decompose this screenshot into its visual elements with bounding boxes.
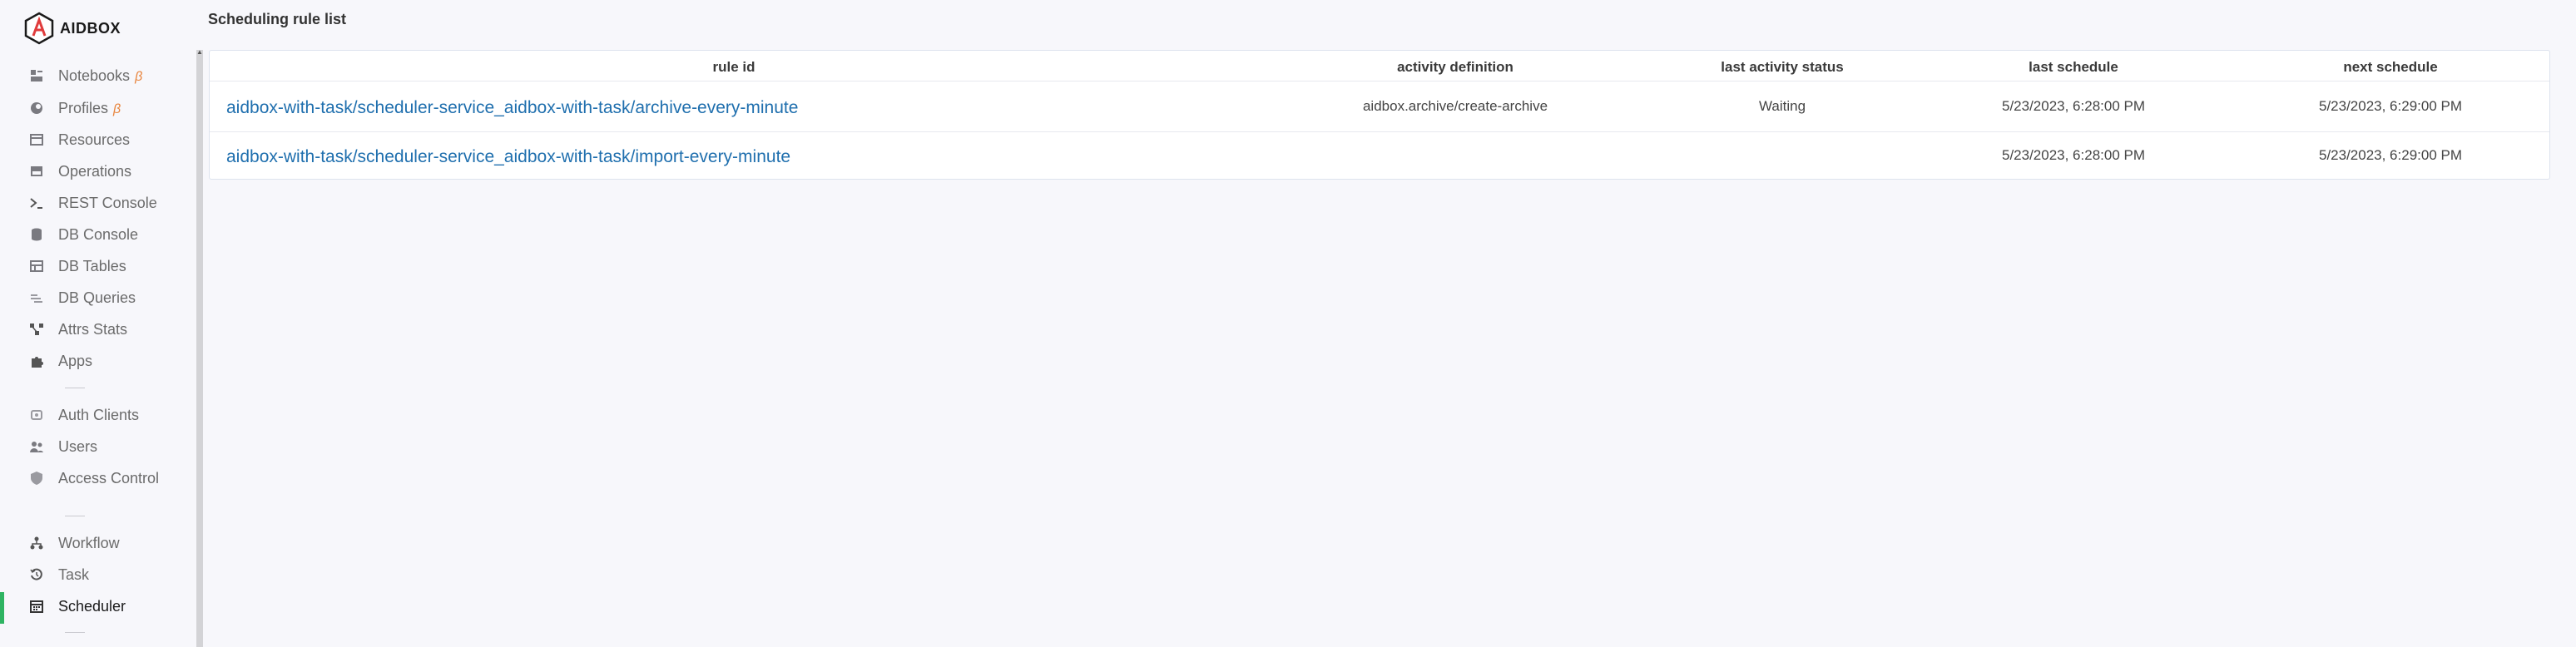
- column-header-last-schedule: last schedule: [2029, 59, 2118, 75]
- sidebar-item-label: Workflow: [58, 534, 120, 551]
- sidebar-item-profiles[interactable]: Profiles β: [0, 94, 196, 122]
- brand-name: AIDBOX: [60, 19, 121, 37]
- sidebar-item-label: Notebooks: [58, 67, 131, 84]
- sidebar-item-scheduler[interactable]: Scheduler: [0, 592, 196, 624]
- queries-icon: [28, 289, 45, 306]
- sidebar-item-label: DB Console: [58, 225, 139, 243]
- aidbox-logo-icon: [24, 12, 54, 45]
- next-schedule-cell: 5/23/2023, 6:29:00 PM: [2318, 147, 2463, 163]
- sidebar-item-label: Scheduler: [58, 597, 126, 615]
- sidebar-item-notebooks[interactable]: Notebooks β: [0, 62, 196, 90]
- sidebar: AIDBOX Notebooks β Profiles β Resources Op…: [0, 0, 196, 647]
- last-schedule-cell: 5/23/2023, 6:28:00 PM: [2001, 98, 2146, 114]
- sidebar-item-attrs-stats[interactable]: Attrs Stats: [0, 315, 196, 343]
- sidebar-item-label: Profiles: [58, 99, 109, 116]
- rule-id-link[interactable]: aidbox-with-task/scheduler-service_aidbo…: [226, 147, 790, 167]
- column-header-last-activity-status: last activity status: [1721, 59, 1844, 75]
- sidebar-item-label: DB Queries: [58, 289, 136, 306]
- auth-client-icon: [28, 407, 45, 423]
- sidebar-item-label: Auth Clients: [58, 406, 140, 423]
- sidebar-item-label: Operations: [58, 162, 132, 180]
- sidebar-item-auth-clients[interactable]: Auth Clients: [0, 401, 196, 429]
- column-header-rule-id: rule id: [712, 59, 755, 75]
- sidebar-item-label: Access Control: [58, 469, 160, 486]
- sidebar-item-task[interactable]: Task: [0, 561, 196, 589]
- sidebar-item-label: DB Tables: [58, 257, 126, 274]
- table-icon: [28, 258, 45, 274]
- calendar-icon: [28, 598, 45, 615]
- resources-icon: [28, 131, 45, 148]
- sidebar-item-label: REST Console: [58, 194, 157, 211]
- workflow-icon: [28, 535, 45, 551]
- sidebar-item-label: Resources: [58, 131, 131, 148]
- history-icon: [28, 566, 45, 583]
- sidebar-scrollbar[interactable]: [196, 50, 203, 647]
- scheduling-rules-table: rule id activity definition last activit…: [209, 50, 2550, 180]
- sidebar-item-resources[interactable]: Resources: [0, 126, 196, 154]
- sidebar-item-label: Users: [58, 437, 98, 455]
- last-schedule-cell: 5/23/2023, 6:28:00 PM: [2001, 147, 2146, 163]
- sidebar-item-access-control[interactable]: Access Control: [0, 464, 196, 492]
- puzzle-icon: [28, 353, 45, 369]
- profile-icon: [28, 100, 45, 116]
- sidebar-item-db-queries[interactable]: DB Queries: [0, 284, 196, 312]
- table-row: aidbox-with-task/scheduler-service_aidbo…: [210, 81, 2549, 132]
- column-header-next-schedule: next schedule: [2343, 59, 2438, 75]
- sidebar-item-db-tables[interactable]: DB Tables: [0, 252, 196, 280]
- status-cell: Waiting: [1758, 98, 1806, 114]
- sidebar-item-workflow[interactable]: Workflow: [0, 529, 196, 557]
- sidebar-item-rest-console[interactable]: REST Console: [0, 189, 196, 217]
- scroll-up-arrow-icon[interactable]: ▲: [196, 48, 203, 57]
- terminal-icon: [28, 195, 45, 211]
- operations-icon: [28, 163, 45, 180]
- sidebar-item-label: Attrs Stats: [58, 320, 128, 338]
- shield-icon: [28, 470, 45, 486]
- column-header-activity-definition: activity definition: [1397, 59, 1513, 75]
- sidebar-item-apps[interactable]: Apps: [0, 347, 196, 375]
- beta-badge: β: [113, 101, 121, 116]
- sidebar-divider: [65, 632, 85, 633]
- database-icon: [28, 226, 45, 243]
- sidebar-item-label: Apps: [58, 352, 93, 369]
- rule-id-link[interactable]: aidbox-with-task/scheduler-service_aidbo…: [226, 98, 798, 118]
- next-schedule-cell: 5/23/2023, 6:29:00 PM: [2318, 98, 2463, 114]
- sidebar-item-db-console[interactable]: DB Console: [0, 220, 196, 249]
- sidebar-item-users[interactable]: Users: [0, 432, 196, 461]
- stats-icon: [28, 321, 45, 338]
- beta-badge: β: [135, 69, 143, 84]
- activity-definition-cell: aidbox.archive/create-archive: [1362, 98, 1548, 114]
- sidebar-item-operations[interactable]: Operations: [0, 157, 196, 185]
- notebook-icon: [28, 67, 45, 84]
- users-icon: [28, 438, 45, 455]
- page-title: Scheduling rule list: [208, 11, 347, 27]
- sidebar-item-label: Task: [58, 566, 90, 583]
- table-row: aidbox-with-task/scheduler-service_aidbo…: [210, 131, 2549, 180]
- aidbox-logo[interactable]: AIDBOX: [23, 12, 121, 45]
